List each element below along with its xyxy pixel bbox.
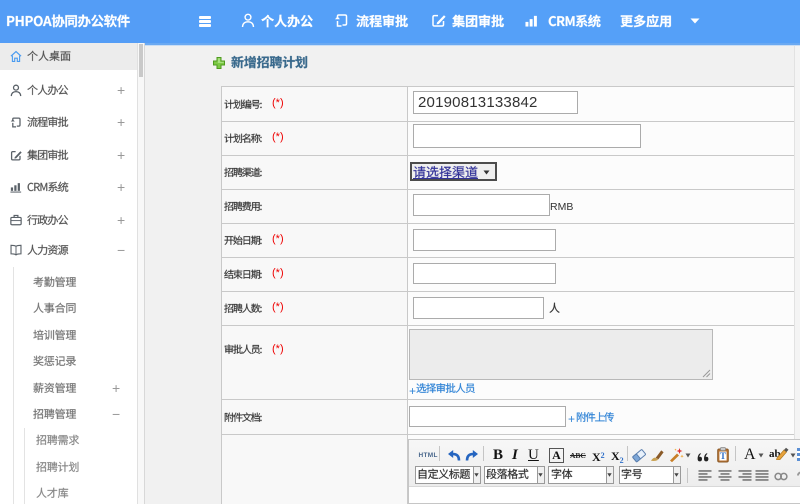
svg-text:T: T (720, 451, 726, 461)
